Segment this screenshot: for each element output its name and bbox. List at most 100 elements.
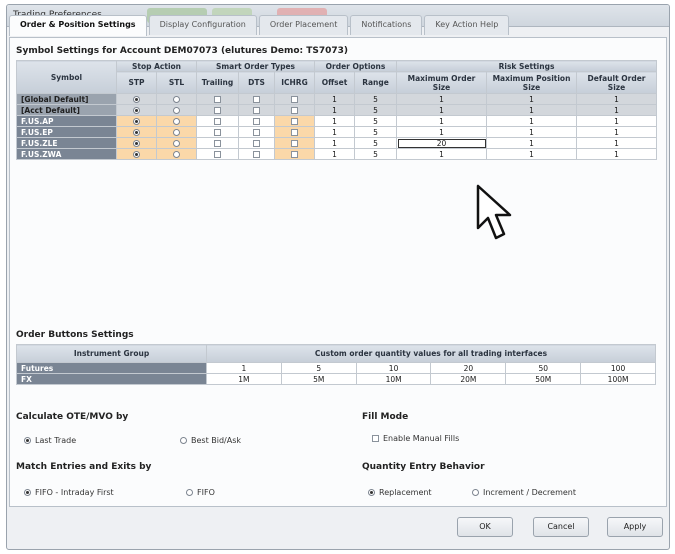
tab-order-placement[interactable]: Order Placement <box>258 15 349 35</box>
quantity-value-cell[interactable]: 100M <box>580 373 656 385</box>
calc-last-trade-option[interactable]: Last Trade <box>24 436 76 445</box>
quantity-value-cell[interactable]: 10 <box>355 362 432 374</box>
checkbox-icon[interactable] <box>253 118 260 125</box>
checkbox-icon[interactable] <box>291 140 298 147</box>
default-order-cell[interactable]: 1 <box>576 115 658 127</box>
max-position-cell[interactable]: 1 <box>486 115 578 127</box>
qty-increment-option[interactable]: Increment / Decrement <box>472 488 576 497</box>
dts-cell[interactable] <box>238 93 275 105</box>
radio-selected-icon[interactable] <box>24 437 31 444</box>
ichrg-cell[interactable] <box>274 126 315 138</box>
checkbox-icon[interactable] <box>291 129 298 136</box>
radio-selected-icon[interactable] <box>133 151 140 158</box>
dts-cell[interactable] <box>238 148 275 160</box>
checkbox-icon[interactable] <box>214 96 221 103</box>
quantity-value-cell[interactable]: 10M <box>355 373 432 385</box>
stp-cell[interactable] <box>116 126 157 138</box>
radio-icon[interactable] <box>472 489 479 496</box>
quantity-value-cell[interactable]: 20 <box>430 362 507 374</box>
tab-order-position-settings[interactable]: Order & Position Settings <box>9 15 147 36</box>
table-row[interactable]: F.US.AP 1 5 1 1 1 <box>16 115 658 127</box>
ichrg-cell[interactable] <box>274 137 315 149</box>
dts-cell[interactable] <box>238 115 275 127</box>
ichrg-cell[interactable] <box>274 104 315 116</box>
checkbox-icon[interactable] <box>253 107 260 114</box>
stp-cell[interactable] <box>116 137 157 149</box>
radio-icon[interactable] <box>173 129 180 136</box>
tab-display-configuration[interactable]: Display Configuration <box>148 15 257 35</box>
trailing-cell[interactable] <box>196 93 239 105</box>
quantity-value-cell[interactable]: 5 <box>280 362 357 374</box>
checkbox-icon[interactable] <box>253 129 260 136</box>
stl-cell[interactable] <box>156 93 197 105</box>
checkbox-icon[interactable] <box>291 96 298 103</box>
radio-selected-icon[interactable] <box>133 96 140 103</box>
max-order-cell[interactable]: 1 <box>396 104 488 116</box>
stp-cell[interactable] <box>116 104 157 116</box>
offset-cell[interactable]: 1 <box>314 148 355 160</box>
quantity-value-cell[interactable]: 100 <box>580 362 656 374</box>
tab-key-action-help[interactable]: Key Action Help <box>424 15 510 35</box>
radio-icon[interactable] <box>173 96 180 103</box>
table-row[interactable]: F.US.ZWA 1 5 1 1 1 <box>16 148 658 160</box>
trailing-cell[interactable] <box>196 104 239 116</box>
max-order-cell[interactable]: 1 <box>396 115 488 127</box>
radio-icon[interactable] <box>173 107 180 114</box>
dts-cell[interactable] <box>238 104 275 116</box>
radio-icon[interactable] <box>173 151 180 158</box>
max-order-cell[interactable]: 1 <box>396 148 488 160</box>
max-order-cell[interactable]: 1 <box>396 126 488 138</box>
stp-cell[interactable] <box>116 93 157 105</box>
offset-cell[interactable]: 1 <box>314 104 355 116</box>
stl-cell[interactable] <box>156 148 197 160</box>
max-position-cell[interactable]: 1 <box>486 104 578 116</box>
default-order-cell[interactable]: 1 <box>576 93 658 105</box>
trailing-cell[interactable] <box>196 137 239 149</box>
quantity-value-cell[interactable]: 50 <box>505 362 582 374</box>
max-order-cell[interactable]: 1 <box>396 93 488 105</box>
radio-icon[interactable] <box>180 437 187 444</box>
radio-selected-icon[interactable] <box>368 489 375 496</box>
trailing-cell[interactable] <box>196 148 239 160</box>
checkbox-icon[interactable] <box>291 118 298 125</box>
range-cell[interactable]: 5 <box>353 104 398 116</box>
radio-selected-icon[interactable] <box>133 118 140 125</box>
match-fifo-intraday-option[interactable]: FIFO - Intraday First <box>24 488 114 497</box>
offset-cell[interactable]: 1 <box>314 126 355 138</box>
radio-icon[interactable] <box>173 140 180 147</box>
checkbox-icon[interactable] <box>253 140 260 147</box>
radio-selected-icon[interactable] <box>24 489 31 496</box>
radio-selected-icon[interactable] <box>133 140 140 147</box>
checkbox-icon[interactable] <box>291 151 298 158</box>
range-cell[interactable]: 5 <box>353 148 398 160</box>
checkbox-icon[interactable] <box>372 435 379 442</box>
max-position-cell[interactable]: 1 <box>486 93 578 105</box>
checkbox-icon[interactable] <box>291 107 298 114</box>
range-cell[interactable]: 5 <box>353 137 398 149</box>
checkbox-icon[interactable] <box>214 107 221 114</box>
range-cell[interactable]: 5 <box>353 115 398 127</box>
checkbox-icon[interactable] <box>214 118 221 125</box>
checkbox-icon[interactable] <box>253 96 260 103</box>
match-fifo-option[interactable]: FIFO <box>186 488 215 497</box>
default-order-cell[interactable]: 1 <box>576 148 658 160</box>
qty-replacement-option[interactable]: Replacement <box>368 488 432 497</box>
checkbox-icon[interactable] <box>214 140 221 147</box>
stp-cell[interactable] <box>116 148 157 160</box>
max-order-cell[interactable]: 20 <box>396 137 488 149</box>
table-row[interactable]: [Global Default] 1 5 1 1 1 <box>16 93 658 105</box>
offset-cell[interactable]: 1 <box>314 115 355 127</box>
table-row[interactable]: F.US.ZLE 1 5 20 1 1 <box>16 137 658 149</box>
trailing-cell[interactable] <box>196 115 239 127</box>
radio-selected-icon[interactable] <box>133 129 140 136</box>
quantity-value-cell[interactable]: 5M <box>280 373 357 385</box>
stp-cell[interactable] <box>116 115 157 127</box>
dts-cell[interactable] <box>238 137 275 149</box>
checkbox-icon[interactable] <box>253 151 260 158</box>
apply-button[interactable]: Apply <box>607 517 663 537</box>
max-position-cell[interactable]: 1 <box>486 137 578 149</box>
radio-icon[interactable] <box>186 489 193 496</box>
quantity-value-cell[interactable]: 1M <box>206 373 282 385</box>
ichrg-cell[interactable] <box>274 148 315 160</box>
ok-button[interactable]: OK <box>457 517 513 537</box>
